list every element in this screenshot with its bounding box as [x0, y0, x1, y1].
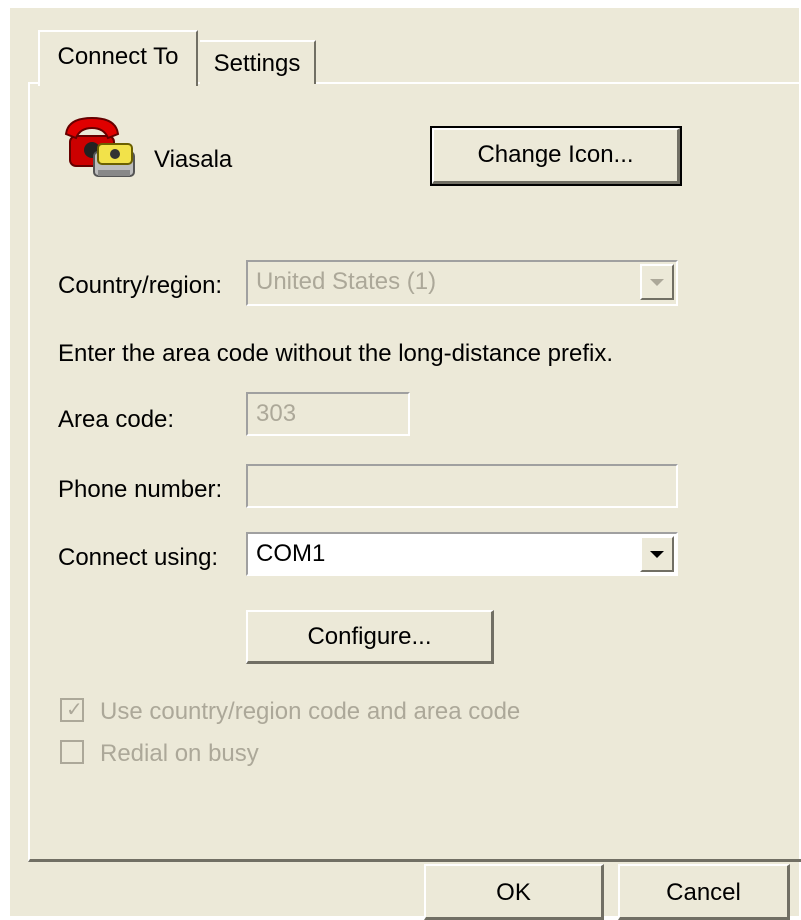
connection-name: Viasala: [154, 146, 233, 173]
ok-button-label: OK: [496, 879, 531, 906]
area-code-label: Area code:: [58, 406, 175, 433]
country-select[interactable]: United States (1): [246, 260, 678, 306]
use-country-code-checkbox[interactable]: ✓: [60, 698, 84, 722]
country-select-value: United States (1): [256, 268, 437, 295]
ok-button[interactable]: OK: [424, 864, 604, 920]
tab-connect-to[interactable]: Connect To: [38, 30, 198, 86]
connect-using-value: COM1: [256, 540, 326, 567]
area-code-input[interactable]: 303: [246, 392, 410, 436]
properties-dialog: Connect To Settings Viasala Change Icon.…: [10, 8, 801, 920]
chevron-down-icon: [650, 550, 664, 558]
phone-number-label: Phone number:: [58, 476, 223, 503]
connect-using-dropdown-button[interactable]: [640, 536, 674, 572]
use-country-code-label: Use country/region code and area code: [100, 698, 521, 725]
cancel-button[interactable]: Cancel: [618, 864, 790, 920]
connect-using-label: Connect using:: [58, 544, 219, 571]
tab-settings[interactable]: Settings: [200, 40, 316, 84]
configure-button-label: Configure...: [307, 623, 432, 650]
telephone-icon: [64, 112, 140, 184]
phone-number-input[interactable]: [246, 464, 678, 508]
cancel-button-label: Cancel: [666, 879, 741, 906]
instruction-text: Enter the area code without the long-dis…: [58, 340, 613, 367]
connect-using-select[interactable]: COM1: [246, 532, 678, 576]
change-icon-button[interactable]: Change Icon...: [430, 126, 682, 186]
redial-on-busy-checkbox[interactable]: [60, 740, 84, 764]
connect-to-panel: Viasala Change Icon... Country/region: U…: [28, 82, 801, 862]
redial-on-busy-label: Redial on busy: [100, 740, 259, 767]
change-icon-button-label: Change Icon...: [477, 141, 634, 168]
tab-settings-label: Settings: [213, 50, 301, 77]
area-code-value: 303: [256, 400, 297, 427]
checkmark-icon: ✓: [66, 699, 83, 721]
tab-connect-to-label: Connect To: [57, 43, 179, 70]
configure-button[interactable]: Configure...: [246, 610, 494, 664]
country-label: Country/region:: [58, 272, 223, 299]
chevron-down-icon: [650, 278, 664, 286]
country-dropdown-button[interactable]: [640, 264, 674, 300]
